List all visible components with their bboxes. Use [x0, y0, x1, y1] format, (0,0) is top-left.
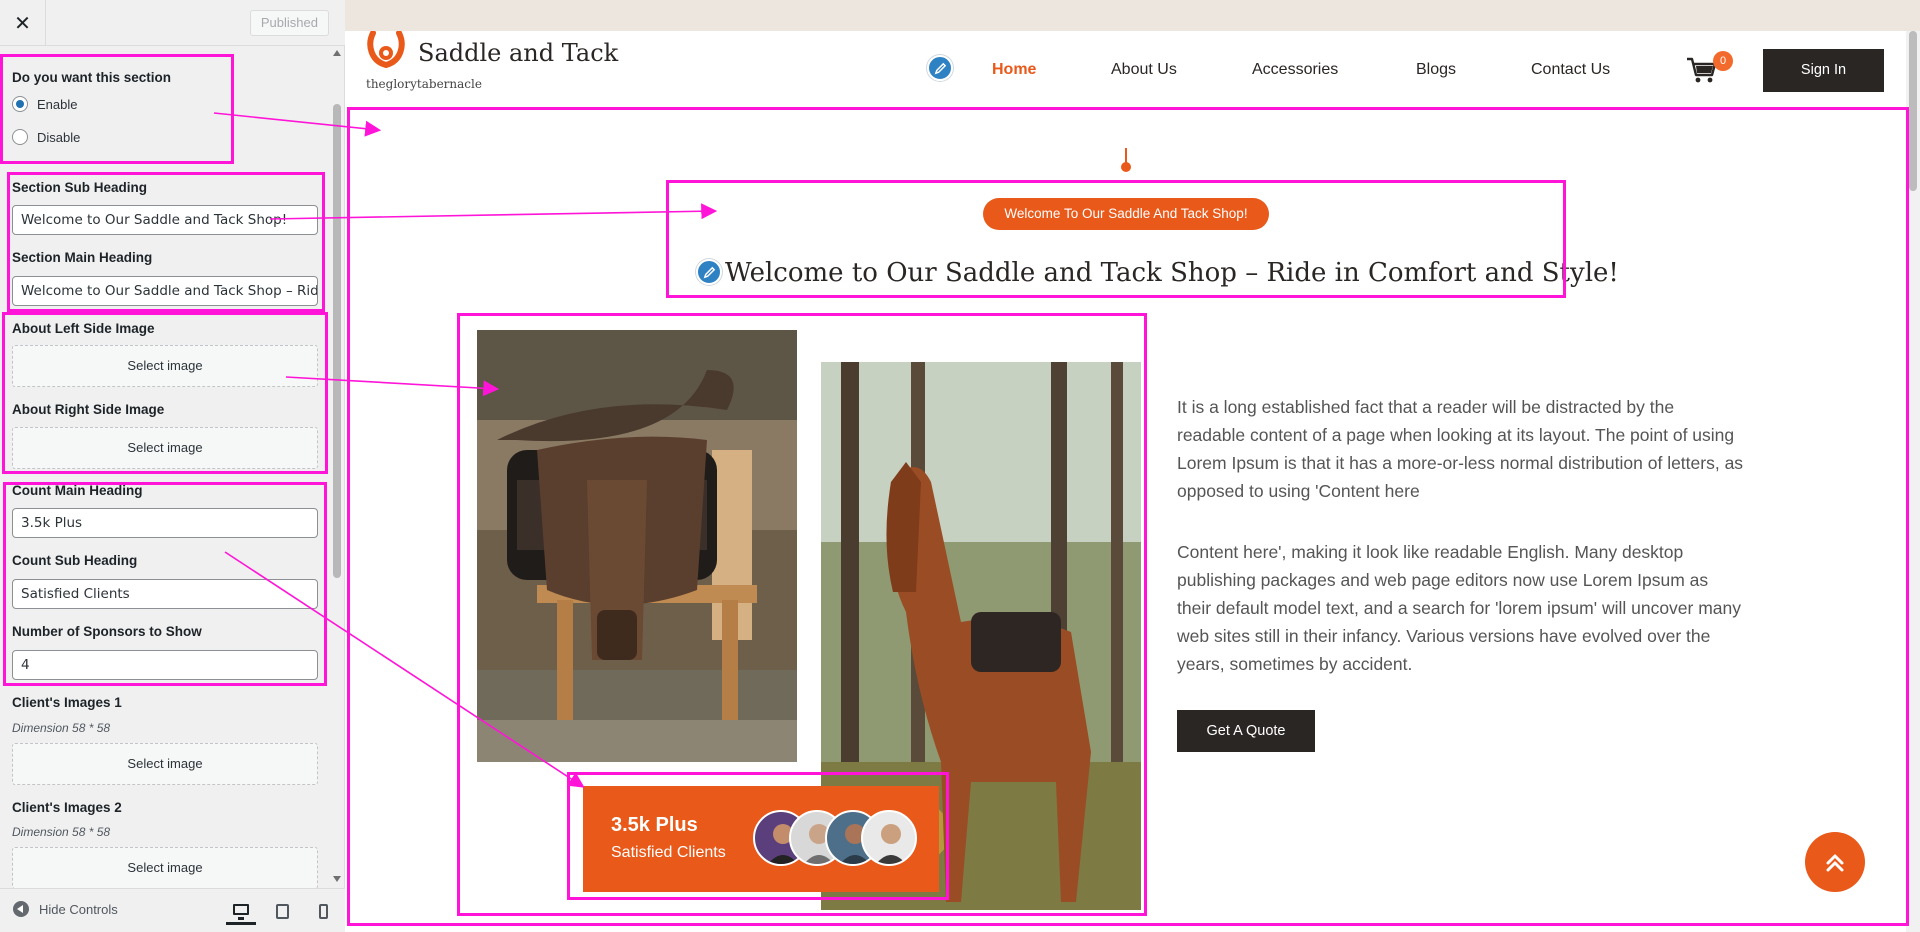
count-sub-text: Satisfied Clients — [611, 844, 726, 861]
about-main-heading: Welcome to Our Saddle and Tack Shop – Ri… — [725, 258, 1619, 288]
nav-item-contact-us[interactable]: Contact Us — [1531, 61, 1610, 79]
count-main-input[interactable]: 3.5k Plus — [12, 508, 318, 538]
nav-item-about-us[interactable]: About Us — [1111, 61, 1177, 79]
preview-topbar — [345, 0, 1920, 31]
nav-item-blogs[interactable]: Blogs — [1416, 61, 1456, 79]
divider-dot — [1121, 162, 1131, 172]
disable-radio[interactable]: Disable — [12, 129, 80, 145]
back-to-top-button[interactable] — [1805, 832, 1865, 892]
scroll-down-arrow-icon[interactable] — [333, 876, 341, 882]
client-image-1-label: Client's Images 1 — [12, 695, 122, 710]
client-image-2-label: Client's Images 2 — [12, 800, 122, 815]
main-heading-input[interactable]: Welcome to Our Saddle and Tack Shop – Ri… — [12, 276, 318, 306]
client-avatar — [861, 810, 917, 866]
sub-heading-label: Section Sub Heading — [12, 180, 148, 195]
hide-controls-label: Hide Controls — [39, 901, 118, 917]
section-toggle-label: Do you want this section — [12, 70, 172, 85]
enable-radio[interactable]: Enable — [12, 96, 77, 112]
main-nav: Home About Us Accessories Blogs Contact … — [345, 31, 1920, 109]
client-image-2-select-button[interactable]: Select image — [12, 847, 318, 888]
close-icon[interactable]: ✕ — [0, 0, 46, 46]
panel-scroll-thumb[interactable] — [333, 104, 341, 578]
tablet-icon — [275, 903, 289, 919]
controls-scroll-area[interactable]: Do you want this section Enable Disable … — [0, 46, 345, 888]
customizer-panel: ✕ Published Do you want this section Ena… — [0, 0, 345, 932]
saddle-image — [477, 330, 797, 762]
nav-item-accessories[interactable]: Accessories — [1252, 61, 1338, 79]
mobile-icon — [318, 903, 328, 919]
customizer-footer: Hide Controls — [0, 888, 345, 932]
double-chevron-up-icon — [1826, 854, 1844, 872]
preview-scroll-thumb[interactable] — [1909, 31, 1917, 191]
left-image-label: About Left Side Image — [12, 321, 155, 336]
edit-pencil-icon[interactable] — [696, 259, 722, 285]
preview-scrollbar[interactable] — [1906, 31, 1920, 932]
cart-count-badge: 0 — [1713, 51, 1733, 71]
radio-selected-icon[interactable] — [12, 96, 28, 112]
disable-radio-label: Disable — [37, 129, 81, 145]
customizer-header: ✕ Published — [0, 0, 345, 46]
main-heading-label: Section Main Heading — [12, 250, 153, 265]
count-card: 3.5k Plus Satisfied Clients — [583, 786, 939, 892]
tablet-preview-button[interactable] — [267, 897, 297, 925]
enable-radio-label: Enable — [37, 96, 78, 112]
site-preview: Saddle and Tack theglorytabernacle Home … — [345, 0, 1920, 932]
about-paragraph-2: Content here', making it look like reada… — [1177, 542, 1742, 674]
desktop-icon — [233, 904, 249, 920]
left-image-select-button[interactable]: Select image — [12, 345, 318, 387]
right-image-select-button[interactable]: Select image — [12, 427, 318, 469]
count-main-text: 3.5k Plus — [611, 814, 698, 836]
panel-scrollbar[interactable] — [331, 46, 343, 888]
collapse-arrow-icon — [13, 901, 29, 917]
sub-heading-input[interactable]: Welcome to Our Saddle and Tack Shop! — [12, 205, 318, 235]
app-root: ✕ Published Do you want this section Ena… — [0, 0, 1920, 932]
right-image-label: About Right Side Image — [12, 402, 165, 417]
sponsors-input[interactable]: 4 — [12, 650, 318, 680]
edit-pencil-icon[interactable] — [927, 55, 953, 81]
hide-controls-button[interactable]: Hide Controls — [13, 901, 118, 917]
count-sub-input[interactable]: Satisfied Clients — [12, 579, 318, 609]
scroll-up-arrow-icon[interactable] — [333, 50, 341, 56]
client-image-2-desc: Dimension 58 * 58 — [12, 825, 111, 839]
sub-heading-pill: Welcome To Our Saddle And Tack Shop! — [983, 198, 1269, 230]
client-image-1-desc: Dimension 58 * 58 — [12, 721, 111, 735]
client-image-1-select-button[interactable]: Select image — [12, 743, 318, 785]
published-button[interactable]: Published — [249, 10, 329, 36]
sponsors-label: Number of Sponsors to Show — [12, 624, 202, 639]
nav-item-home[interactable]: Home — [992, 61, 1036, 79]
sign-in-button[interactable]: Sign In — [1763, 49, 1884, 92]
about-paragraph-1: It is a long established fact that a rea… — [1177, 397, 1744, 501]
radio-unselected-icon[interactable] — [12, 129, 28, 145]
get-a-quote-button[interactable]: Get A Quote — [1177, 710, 1315, 752]
desktop-preview-button[interactable] — [226, 897, 256, 925]
mobile-preview-button[interactable] — [308, 897, 338, 925]
count-sub-label: Count Sub Heading — [12, 553, 138, 568]
count-main-label: Count Main Heading — [12, 483, 143, 498]
